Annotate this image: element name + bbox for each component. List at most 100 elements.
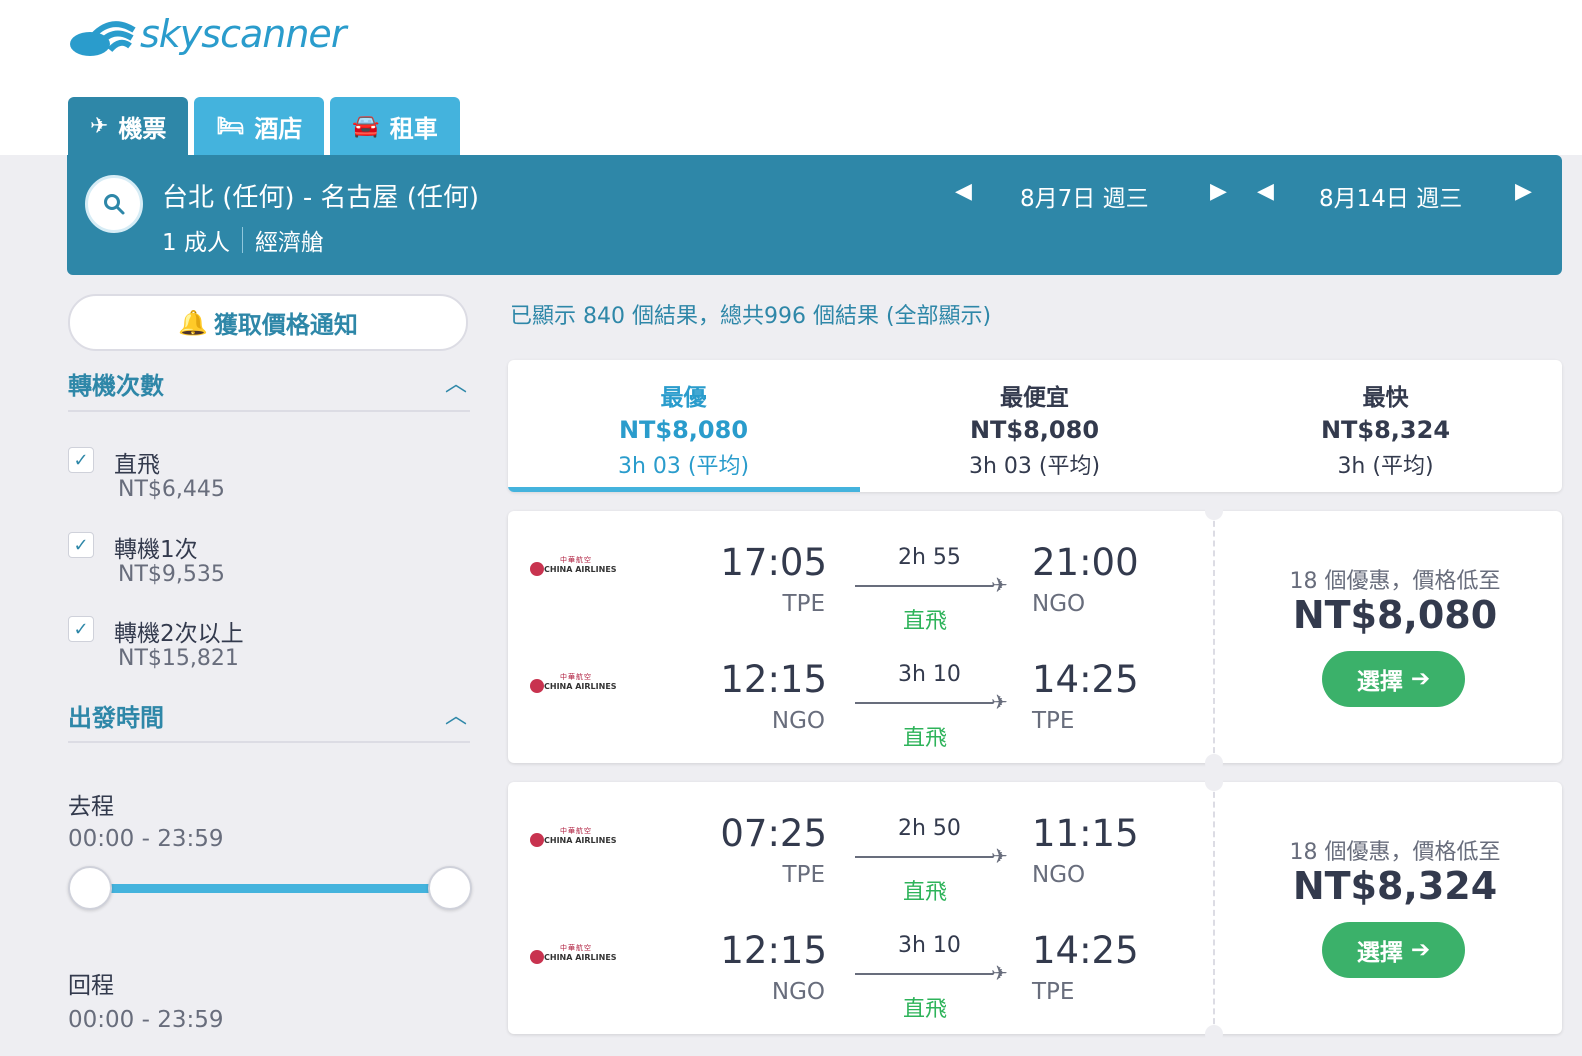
divider	[68, 741, 470, 743]
sort-tab-duration: 3h 03 (平均)	[617, 454, 750, 479]
departure-times-title[interactable]: 出發時間	[68, 698, 164, 733]
depart-prev-arrow-icon[interactable]: ◀	[955, 179, 972, 204]
depart-date[interactable]: 8月7日 週三	[1020, 179, 1149, 213]
airline-name-cn: 中華航空	[560, 556, 592, 564]
tab-flights[interactable]: ✈ 機票	[68, 97, 189, 155]
bed-icon: 🛏	[216, 113, 245, 139]
plane-icon: ✈	[991, 961, 1008, 985]
return-next-arrow-icon[interactable]: ▶	[1515, 179, 1532, 204]
sort-tab-cheapest[interactable]: 最便宜 NT$8,080 3h 03 (平均)	[859, 360, 1210, 492]
plane-icon: ✈	[991, 844, 1008, 868]
outbound-slider-max-handle[interactable]	[428, 866, 472, 910]
airline-name-en: CHINA AIRLINES	[544, 565, 617, 574]
sort-tab-best[interactable]: 最優 NT$8,080 3h 03 (平均)	[508, 360, 859, 492]
ticket-notch	[1205, 773, 1223, 791]
stops-filter-title[interactable]: 轉機次數	[68, 366, 164, 401]
sort-tabs: 最優 NT$8,080 3h 03 (平均) 最便宜 NT$8,080 3h 0…	[508, 360, 1562, 492]
flight-result-card[interactable]: 中華航空 CHINA AIRLINES 07:25 TPE 2h 50 ✈ 直飛…	[508, 773, 1562, 1043]
skyscanner-logo[interactable]: skyscanner	[68, 10, 346, 58]
flight-duration: 3h 10	[898, 662, 961, 687]
checkbox-one-stop[interactable]: ✓	[68, 532, 94, 558]
outbound-leg: 中華航空 CHINA AIRLINES 17:05 TPE 2h 55 ✈ 直飛…	[508, 521, 1213, 639]
route-line	[855, 856, 993, 858]
flight-result-card[interactable]: 中華航空 CHINA AIRLINES 17:05 TPE 2h 55 ✈ 直飛…	[508, 502, 1562, 772]
passenger-count: 1 成人	[162, 230, 230, 256]
search-summary-bar[interactable]: 台北 (任何) - 名古屋 (任何) 1 成人 經濟艙 ◀ 8月7日 週三 ▶ …	[67, 155, 1562, 275]
route-line	[855, 702, 993, 704]
return-range: 00:00 - 23:59	[68, 1007, 224, 1033]
return-prev-arrow-icon[interactable]: ◀	[1257, 179, 1274, 204]
return-label: 回程	[68, 973, 114, 999]
outbound-label: 去程	[68, 794, 114, 820]
sort-tab-label: 最便宜	[1000, 385, 1069, 411]
stops-label: 直飛	[903, 726, 948, 751]
select-button[interactable]: 選擇 ➔	[1322, 651, 1465, 707]
price-alert-button[interactable]: 🔔 獲取價格通知	[68, 294, 468, 351]
checkbox-direct[interactable]: ✓	[68, 447, 94, 473]
flight-duration: 2h 55	[898, 545, 961, 570]
tab-hotels-label: 酒店	[254, 114, 303, 143]
cabin-class: 經濟艙	[254, 230, 324, 256]
search-icon	[104, 194, 125, 215]
airline-name-en: CHINA AIRLINES	[544, 682, 617, 691]
price-alert-label: 獲取價格通知	[213, 311, 358, 339]
departure-time: 07:25	[720, 812, 827, 855]
filter-direct-price: NT$6,445	[118, 477, 225, 502]
route-text[interactable]: 台北 (任何) - 名古屋 (任何)	[162, 177, 479, 214]
outbound-slider-track[interactable]	[90, 884, 450, 893]
passenger-cabin[interactable]: 1 成人 經濟艙	[162, 223, 324, 257]
airline-name-cn: 中華航空	[560, 827, 592, 835]
arrow-right-icon: ➔	[1410, 937, 1431, 963]
departure-time: 12:15	[720, 929, 827, 972]
sort-tab-fastest[interactable]: 最快 NT$8,324 3h (平均)	[1210, 360, 1561, 492]
deal-price: NT$8,324	[1292, 864, 1498, 908]
stops-label: 直飛	[903, 609, 948, 634]
chevron-up-icon[interactable]: ︿	[445, 366, 467, 398]
tab-car-hire[interactable]: 🚘 租車	[330, 97, 460, 155]
chevron-up-icon[interactable]: ︿	[445, 698, 467, 730]
arrow-right-icon: ➔	[1410, 666, 1431, 692]
ticket-notch	[1205, 502, 1223, 520]
filter-two-plus-stops-label: 轉機2次以上	[114, 621, 244, 647]
divider	[68, 410, 470, 412]
result-count[interactable]: 已顯示 840 個結果，總共996 個結果 (全部顯示)	[510, 298, 991, 330]
route-line	[855, 585, 993, 587]
checkbox-two-plus-stops[interactable]: ✓	[68, 616, 94, 642]
departure-airport: NGO	[771, 708, 825, 734]
outbound-slider-min-handle[interactable]	[68, 866, 112, 910]
deals-text: 18 個優惠，價格低至	[1289, 840, 1501, 865]
ticket-notch	[1205, 1025, 1223, 1043]
logo-wordmark: skyscanner	[140, 12, 346, 56]
deals-text: 18 個優惠，價格低至	[1289, 569, 1501, 594]
divider	[241, 227, 243, 253]
outbound-range: 00:00 - 23:59	[68, 826, 224, 852]
tab-car-hire-label: 租車	[389, 114, 438, 143]
flight-duration: 2h 50	[898, 816, 961, 841]
select-button[interactable]: 選擇 ➔	[1322, 922, 1465, 978]
depart-next-arrow-icon[interactable]: ▶	[1210, 179, 1227, 204]
filter-one-stop-label: 轉機1次	[114, 537, 198, 563]
arrival-airport: NGO	[1032, 591, 1086, 617]
card-divider	[1213, 782, 1215, 1034]
filter-direct-label: 直飛	[114, 452, 160, 478]
route-line	[855, 973, 993, 975]
tab-hotels[interactable]: 🛏 酒店	[194, 97, 325, 155]
stops-label: 直飛	[903, 997, 948, 1022]
product-tabs: ✈ 機票 🛏 酒店 🚘 租車	[68, 97, 460, 155]
departure-airport: TPE	[782, 862, 825, 888]
departure-time: 17:05	[720, 541, 827, 584]
arrival-airport: TPE	[1032, 708, 1075, 734]
sort-tab-price: NT$8,080	[969, 416, 1100, 444]
sort-tab-label: 最優	[660, 385, 707, 411]
plum-blossom-icon	[530, 833, 544, 847]
sort-tab-price: NT$8,324	[1320, 416, 1451, 444]
outbound-leg: 中華航空 CHINA AIRLINES 07:25 TPE 2h 50 ✈ 直飛…	[508, 792, 1213, 910]
active-sort-indicator	[508, 487, 860, 492]
arrival-time: 21:00	[1032, 541, 1139, 584]
plum-blossom-icon	[530, 950, 544, 964]
search-button[interactable]	[85, 175, 143, 233]
plum-blossom-icon	[530, 562, 544, 576]
ticket-notch	[1205, 754, 1223, 772]
return-date[interactable]: 8月14日 週三	[1319, 179, 1462, 213]
airline-name-en: CHINA AIRLINES	[544, 953, 617, 962]
